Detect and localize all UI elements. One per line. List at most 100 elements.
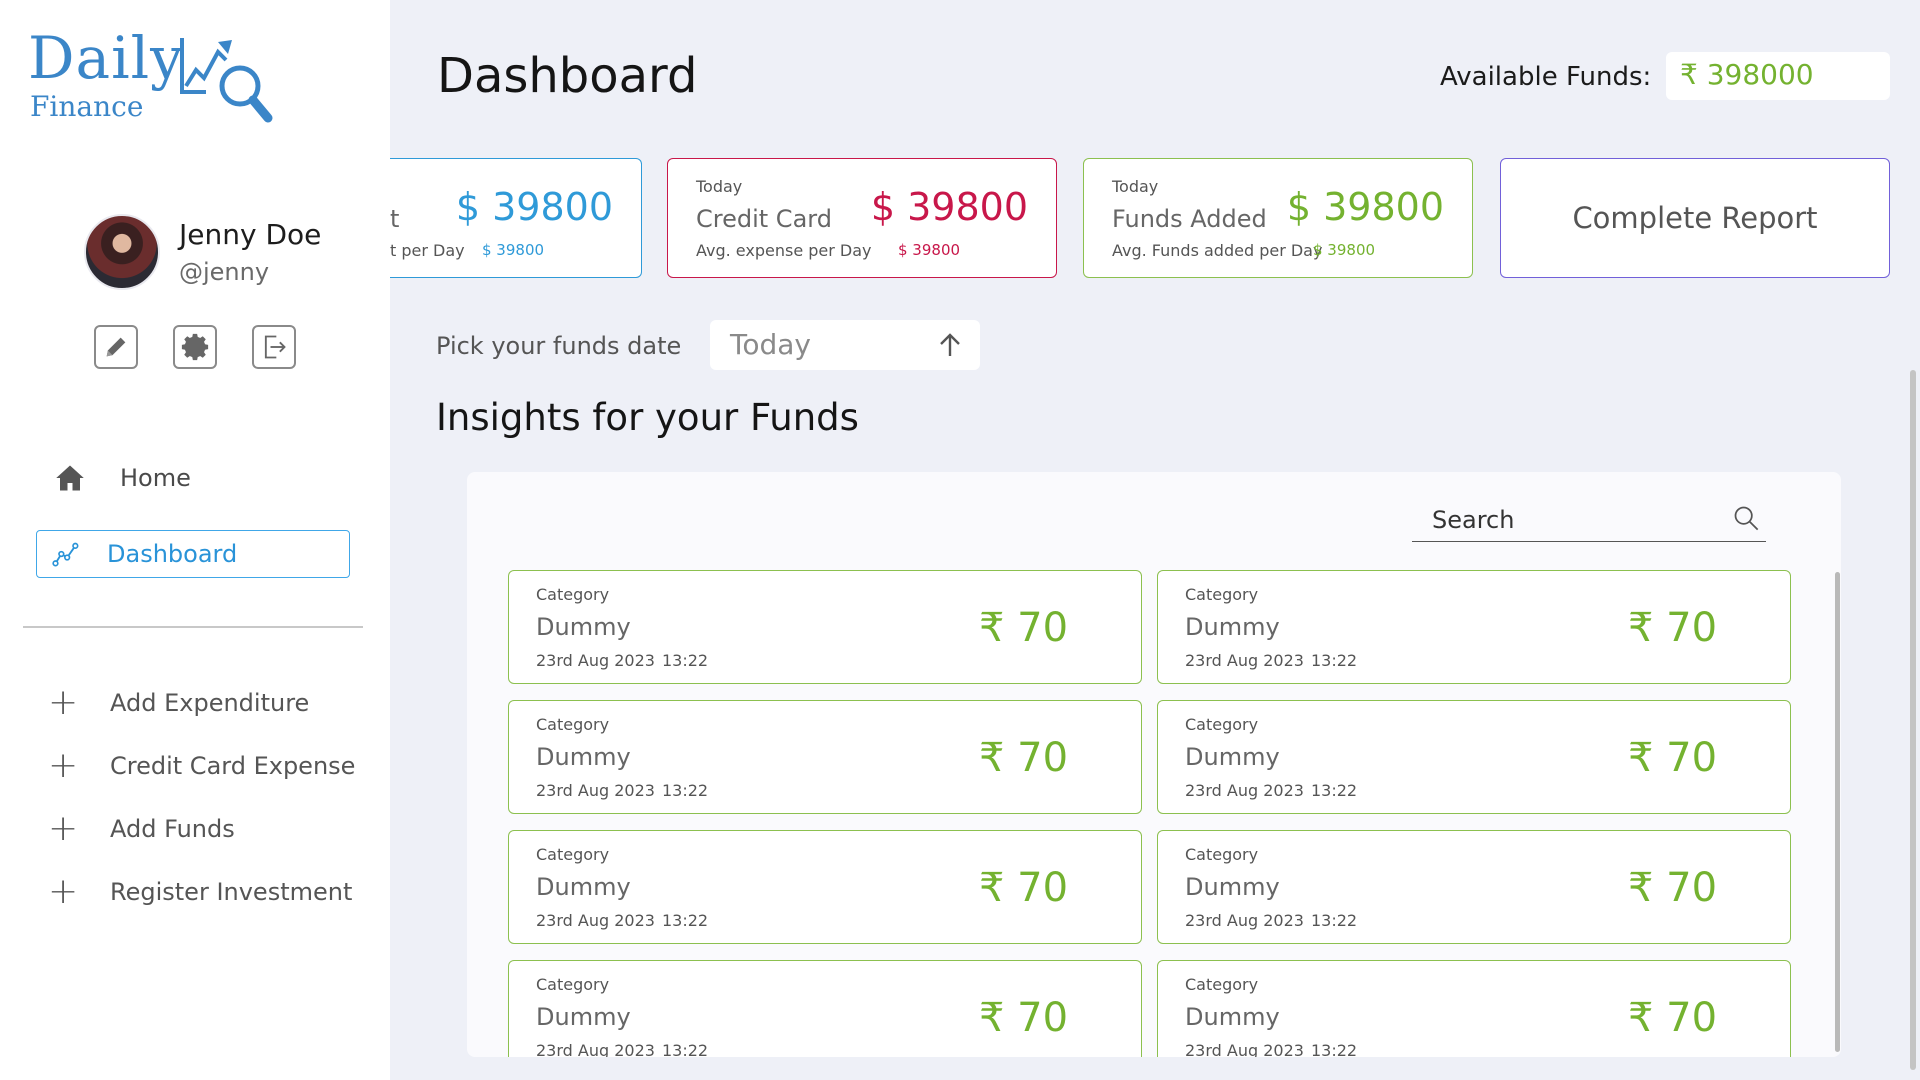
stat-card-funds-added[interactable]: Today Funds Added Avg. Funds added per D… bbox=[1083, 158, 1473, 278]
stat-card-subtitle: Avg. Funds added per Day bbox=[1112, 241, 1323, 260]
item-date: 23rd Aug 2023 bbox=[536, 911, 655, 930]
item-amount: ₹ 70 bbox=[979, 605, 1069, 651]
plus-icon: + bbox=[48, 808, 79, 849]
sidebar-item-home[interactable]: Home bbox=[50, 454, 191, 502]
item-name: Dummy bbox=[1185, 873, 1280, 901]
item-time: 13:22 bbox=[1311, 781, 1358, 800]
item-date: 23rd Aug 2023 bbox=[536, 781, 655, 800]
register-investment-button[interactable]: + Register Investment bbox=[48, 874, 352, 910]
home-icon bbox=[50, 462, 90, 494]
item-date: 23rd Aug 2023 bbox=[536, 651, 655, 670]
list-item[interactable]: Category Dummy 23rd Aug 2023 13:22 ₹ 70 bbox=[1157, 570, 1791, 684]
stat-card-subtitle: Avg. expense per Day bbox=[696, 241, 872, 260]
item-time: 13:22 bbox=[1311, 651, 1358, 670]
list-item[interactable]: Category Dummy 23rd Aug 2023 13:22 ₹ 70 bbox=[508, 960, 1142, 1057]
complete-report-button[interactable]: Complete Report bbox=[1500, 158, 1890, 278]
logo-text-daily: Daily bbox=[28, 24, 184, 92]
avatar[interactable] bbox=[84, 214, 160, 290]
page-title: Dashboard bbox=[437, 48, 698, 104]
sidebar-divider bbox=[23, 626, 363, 628]
item-time: 13:22 bbox=[1311, 1041, 1358, 1057]
add-funds-button[interactable]: + Add Funds bbox=[48, 811, 235, 847]
plus-icon: + bbox=[48, 871, 79, 912]
stat-card-credit-card[interactable]: Today Credit Card Avg. expense per Day $… bbox=[667, 158, 1057, 278]
stat-card-average: $ 39800 bbox=[898, 241, 961, 259]
action-label: Credit Card Expense bbox=[110, 752, 356, 780]
edit-profile-button[interactable] bbox=[94, 325, 138, 369]
available-funds-value: ₹ 398000 bbox=[1666, 52, 1890, 100]
search-input[interactable] bbox=[1432, 506, 1712, 534]
item-amount: ₹ 70 bbox=[979, 735, 1069, 781]
page-scrollbar[interactable] bbox=[1910, 370, 1916, 1070]
item-amount: ₹ 70 bbox=[1628, 865, 1718, 911]
item-category-label: Category bbox=[536, 715, 610, 734]
item-name: Dummy bbox=[1185, 1003, 1280, 1031]
stat-card-title: Funds Added bbox=[1112, 205, 1267, 233]
logo-text-finance: Finance bbox=[30, 90, 144, 123]
available-funds-label: Available Funds: bbox=[1440, 62, 1652, 92]
search-icon[interactable] bbox=[1732, 504, 1760, 536]
stat-card-value: $ 39800 bbox=[1286, 185, 1444, 229]
plus-icon: + bbox=[48, 682, 79, 723]
item-time: 13:22 bbox=[662, 781, 709, 800]
item-date: 23rd Aug 2023 bbox=[536, 1041, 655, 1057]
stat-card-value: $ 39800 bbox=[455, 185, 613, 229]
list-item[interactable]: Category Dummy 23rd Aug 2023 13:22 ₹ 70 bbox=[508, 700, 1142, 814]
list-item[interactable]: Category Dummy 23rd Aug 2023 13:22 ₹ 70 bbox=[1157, 960, 1791, 1057]
logo-chart-magnifier-icon bbox=[180, 38, 273, 123]
stat-card-title: Credit Card bbox=[696, 205, 832, 233]
sidebar-item-dashboard[interactable]: Dashboard bbox=[36, 530, 350, 578]
item-amount: ₹ 70 bbox=[979, 995, 1069, 1041]
item-category-label: Category bbox=[1185, 975, 1259, 994]
chart-line-icon bbox=[51, 538, 81, 570]
list-item[interactable]: Category Dummy 23rd Aug 2023 13:22 ₹ 70 bbox=[1157, 830, 1791, 944]
pencil-icon bbox=[106, 337, 126, 357]
item-category-label: Category bbox=[536, 845, 610, 864]
funds-date-value: Today bbox=[730, 328, 811, 361]
settings-button[interactable] bbox=[173, 325, 217, 369]
add-expenditure-button[interactable]: + Add Expenditure bbox=[48, 685, 309, 721]
item-time: 13:22 bbox=[662, 651, 709, 670]
arrow-up-icon[interactable] bbox=[938, 332, 962, 365]
stat-card-average: $ 39800 bbox=[1313, 241, 1376, 259]
list-scrollbar[interactable] bbox=[1835, 572, 1840, 1052]
item-date: 23rd Aug 2023 bbox=[1185, 911, 1304, 930]
stat-card-expense[interactable]: t t per Day $ 39800 $ 39800 bbox=[390, 158, 642, 278]
item-amount: ₹ 70 bbox=[1628, 995, 1718, 1041]
funds-date-label: Pick your funds date bbox=[436, 332, 682, 360]
list-item[interactable]: Category Dummy 23rd Aug 2023 13:22 ₹ 70 bbox=[1157, 700, 1791, 814]
credit-card-expense-button[interactable]: + Credit Card Expense bbox=[48, 748, 355, 784]
funds-date-picker[interactable]: Today bbox=[710, 320, 980, 370]
list-item[interactable]: Category Dummy 23rd Aug 2023 13:22 ₹ 70 bbox=[508, 570, 1142, 684]
search-bar bbox=[1412, 500, 1766, 542]
profile-handle: @jenny bbox=[179, 258, 270, 286]
item-date: 23rd Aug 2023 bbox=[1185, 1041, 1304, 1057]
insights-title: Insights for your Funds bbox=[436, 396, 859, 439]
item-time: 13:22 bbox=[1311, 911, 1358, 930]
item-date: 23rd Aug 2023 bbox=[1185, 781, 1304, 800]
item-category-label: Category bbox=[536, 975, 610, 994]
stat-card-subtitle: t per Day bbox=[390, 241, 465, 260]
stat-card-period: Today bbox=[1112, 177, 1159, 196]
sidebar-item-label: Home bbox=[120, 464, 191, 492]
item-name: Dummy bbox=[1185, 613, 1280, 641]
item-category-label: Category bbox=[536, 585, 610, 604]
item-category-label: Category bbox=[1185, 585, 1259, 604]
stat-card-period: Today bbox=[696, 177, 743, 196]
action-label: Register Investment bbox=[110, 878, 353, 906]
item-amount: ₹ 70 bbox=[1628, 735, 1718, 781]
stat-card-title: t bbox=[390, 205, 400, 233]
app-logo: Daily Finance bbox=[28, 24, 278, 124]
item-category-label: Category bbox=[1185, 715, 1259, 734]
item-name: Dummy bbox=[536, 613, 631, 641]
item-amount: ₹ 70 bbox=[1628, 605, 1718, 651]
action-label: Add Funds bbox=[110, 815, 235, 843]
action-label: Add Expenditure bbox=[110, 689, 310, 717]
sidebar: Daily Finance Jenny Doe @jenny Home Dash… bbox=[0, 0, 390, 1080]
item-time: 13:22 bbox=[662, 911, 709, 930]
item-name: Dummy bbox=[1185, 743, 1280, 771]
plus-icon: + bbox=[48, 745, 79, 786]
item-time: 13:22 bbox=[662, 1041, 709, 1057]
list-item[interactable]: Category Dummy 23rd Aug 2023 13:22 ₹ 70 bbox=[508, 830, 1142, 944]
logout-button[interactable] bbox=[252, 325, 296, 369]
